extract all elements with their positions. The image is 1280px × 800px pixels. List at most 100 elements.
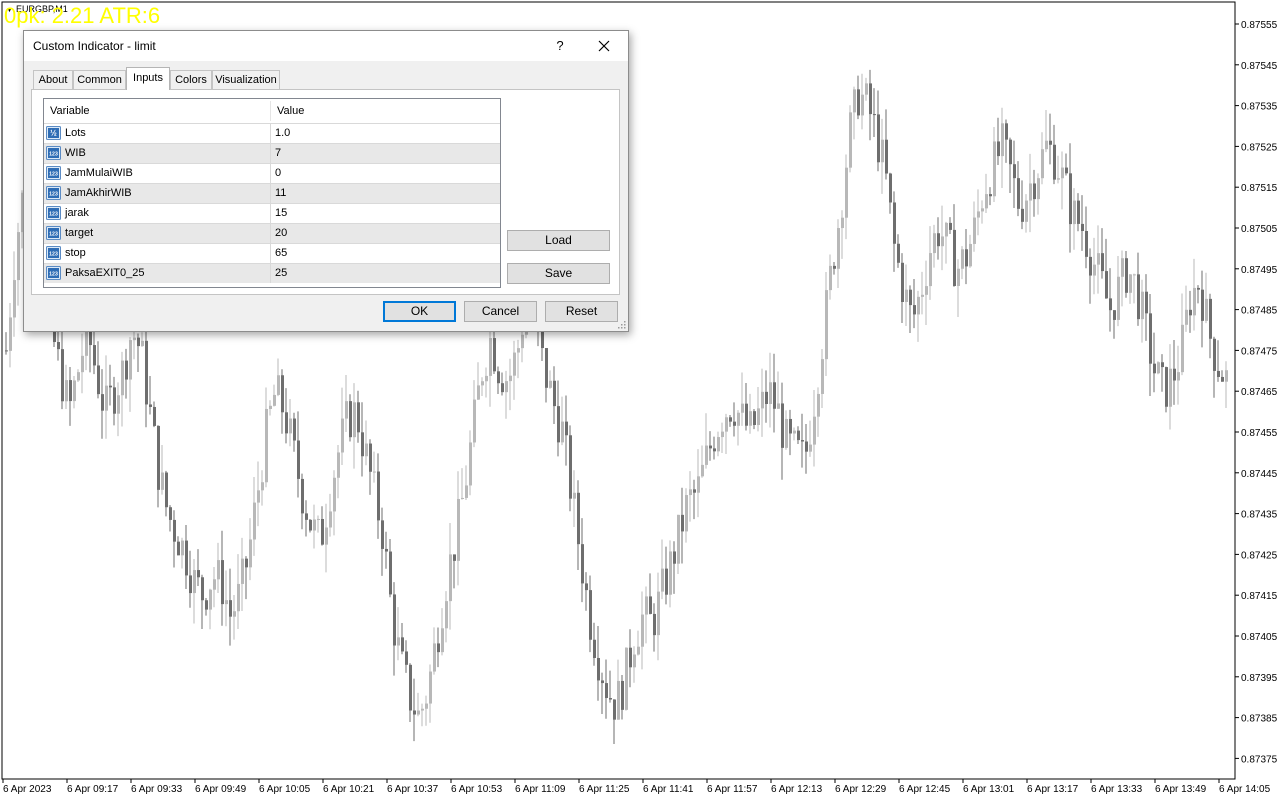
candle-body (769, 382, 772, 404)
time-label: 6 Apr 12:45 (899, 784, 951, 795)
candle-body (905, 289, 908, 302)
table-row[interactable]: 123 PaksaEXIT0_25 25 (44, 263, 500, 283)
candle-body (101, 394, 104, 411)
candle-body (385, 548, 388, 552)
candle-body (1181, 324, 1184, 373)
candle-body (789, 418, 792, 434)
candle-body (625, 647, 628, 710)
help-button[interactable]: ? (544, 34, 576, 58)
candle-body (177, 541, 180, 556)
tab-visualization[interactable]: Visualization (212, 70, 280, 89)
table-row[interactable]: 123 stop 65 (44, 243, 500, 263)
candle-body (1081, 223, 1084, 232)
candle-body (453, 554, 456, 561)
candle-body (681, 514, 684, 532)
svg-text:123: 123 (49, 231, 58, 237)
price-label: 0.87455 (1241, 428, 1278, 439)
price-label: 0.87535 (1241, 102, 1278, 113)
candle-body (145, 340, 148, 405)
variable-value[interactable]: 11 (275, 184, 286, 203)
candle-body (153, 406, 156, 426)
price-label: 0.87405 (1241, 632, 1278, 643)
candle-body (225, 600, 228, 605)
candle-body (401, 637, 404, 652)
variable-name: WIB (65, 147, 86, 159)
candle-body (1025, 200, 1028, 222)
candle-body (317, 518, 320, 520)
candle-body (97, 365, 100, 395)
candle-body (1133, 274, 1136, 276)
tab-about[interactable]: About (33, 70, 73, 89)
variable-value[interactable]: 20 (275, 224, 287, 243)
table-row[interactable]: 123 jarak 15 (44, 203, 500, 223)
variable-name: target (65, 227, 94, 239)
column-header-variable[interactable]: Variable (44, 99, 270, 123)
time-label: 6 Apr 09:49 (195, 784, 247, 795)
variable-name: jarak (65, 207, 89, 219)
close-button[interactable] (588, 34, 620, 58)
int-type-icon: 123 (46, 166, 61, 180)
candle-body (257, 490, 260, 503)
dialog-titlebar[interactable]: Custom Indicator - limit ? (24, 31, 628, 61)
candle-body (757, 408, 760, 426)
candle-body (569, 435, 572, 499)
candle-body (365, 443, 368, 457)
tab-colors[interactable]: Colors (170, 70, 212, 89)
variable-value[interactable]: 0 (275, 164, 281, 183)
candle-body (665, 568, 668, 595)
candle-body (165, 472, 168, 508)
candle-body (305, 513, 308, 520)
table-row[interactable]: 123 WIB 7 (44, 143, 500, 163)
candle-body (409, 664, 412, 711)
candle-body (809, 444, 812, 452)
candle-body (765, 391, 768, 404)
candle-body (205, 600, 208, 610)
resize-grip-icon[interactable] (618, 321, 626, 329)
column-separator (270, 244, 271, 263)
time-label: 6 Apr 09:17 (67, 784, 119, 795)
reset-button[interactable]: Reset (545, 301, 618, 322)
variable-value[interactable]: 15 (275, 204, 287, 223)
dialog-title: Custom Indicator - limit (33, 39, 156, 53)
candle-body (973, 217, 976, 244)
time-label: 6 Apr 10:21 (323, 784, 375, 795)
candle-body (893, 202, 896, 244)
variable-value[interactable]: 7 (275, 144, 281, 163)
variable-value[interactable]: 25 (275, 264, 287, 283)
table-row[interactable]: ½ Lots 1.0 (44, 123, 500, 143)
candle-body (197, 570, 200, 578)
candle-body (661, 568, 664, 592)
price-label: 0.87495 (1241, 265, 1278, 276)
save-button[interactable]: Save (507, 263, 610, 284)
candle-body (161, 472, 164, 490)
custom-indicator-dialog[interactable]: Custom Indicator - limit ? About Common … (23, 30, 629, 332)
candle-body (829, 265, 832, 291)
candle-body (989, 194, 992, 197)
table-row[interactable]: 123 JamAkhirWIB 11 (44, 183, 500, 203)
svg-text:123: 123 (49, 211, 58, 217)
candle-body (1121, 258, 1124, 277)
tab-common[interactable]: Common (73, 70, 126, 89)
variable-value[interactable]: 1.0 (275, 124, 290, 143)
candle-body (981, 208, 984, 212)
ok-button[interactable]: OK (383, 301, 456, 322)
table-row[interactable]: 123 target 20 (44, 223, 500, 243)
candle-body (1005, 123, 1008, 140)
column-separator (270, 264, 271, 283)
variable-value[interactable]: 65 (275, 244, 287, 263)
load-button[interactable]: Load (507, 230, 610, 251)
inputs-grid[interactable]: Variable Value ½ Lots 1.0 123 WIB 7 123 JamMula… (43, 98, 501, 288)
candle-body (1053, 144, 1056, 180)
int-type-icon: 123 (46, 246, 61, 260)
candle-body (441, 628, 444, 653)
candle-body (125, 360, 128, 380)
candle-body (933, 233, 936, 254)
time-label: 6 Apr 11:25 (579, 784, 630, 795)
tab-inputs[interactable]: Inputs (126, 67, 170, 90)
column-header-value[interactable]: Value (271, 99, 500, 123)
candle-body (129, 340, 132, 380)
candle-body (477, 385, 480, 400)
table-row[interactable]: 123 JamMulaiWIB 0 (44, 163, 500, 183)
candle-body (301, 478, 304, 514)
cancel-button[interactable]: Cancel (464, 301, 537, 322)
